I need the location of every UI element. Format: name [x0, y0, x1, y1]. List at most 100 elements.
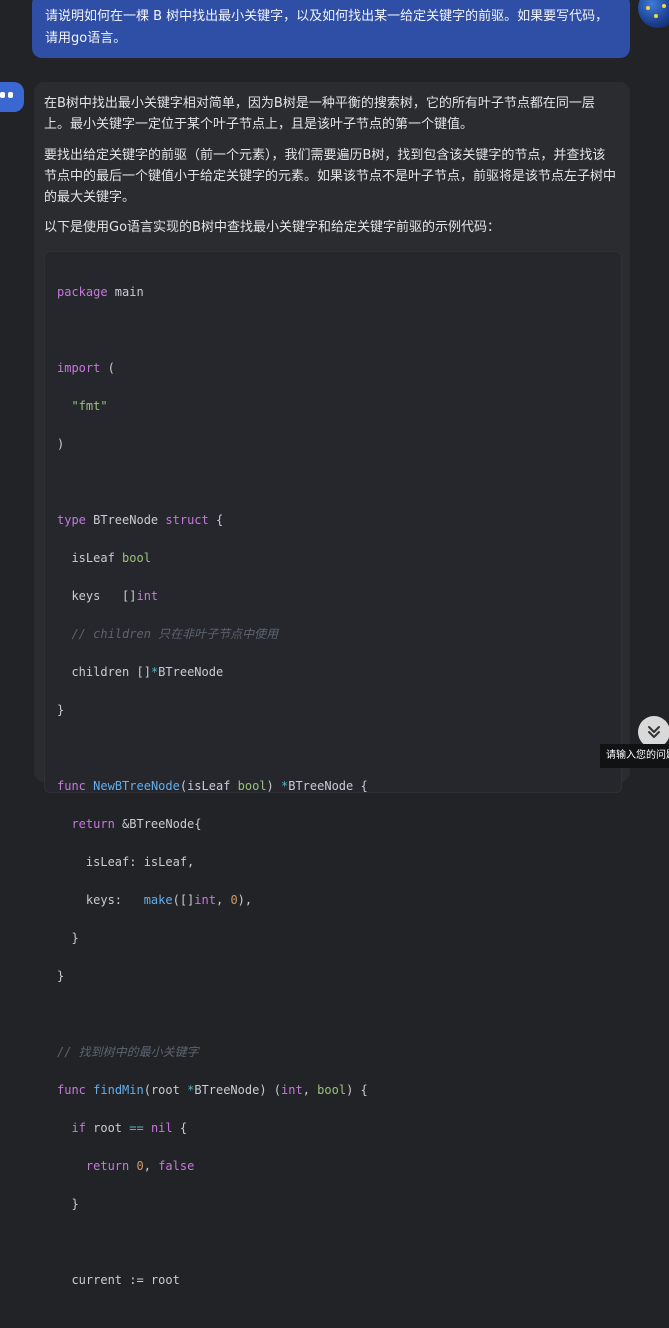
code-token: ,	[143, 1159, 159, 1173]
code-line: "fmt"	[57, 397, 368, 416]
code-token: int	[194, 893, 216, 907]
code-token: ,	[215, 893, 231, 907]
input-placeholder-tooltip: 请输入您的问题	[600, 744, 669, 768]
code-token: {	[208, 513, 224, 527]
avatar-eye-icon	[0, 92, 5, 98]
assistant-message-card: 在B树中找出最小关键字相对简单，因为B树是一种平衡的搜索树，它的所有叶子节点都在…	[34, 82, 630, 1287]
answer-paragraph-3: 以下是使用Go语言实现的B树中查找最小关键字和给定关键字前驱的示例代码：	[44, 220, 500, 235]
text-line: 的最大关键字。	[44, 190, 136, 205]
code-token: BTreeNode) (	[194, 1083, 282, 1097]
code-token: import	[57, 361, 101, 375]
code-token: func	[57, 1083, 86, 1097]
code-line: keys []int	[57, 587, 368, 606]
user-message-bubble: 请说明如何在一棵 B 树中找出最小关键字，以及如何找出某一给定关键字的前驱。如果…	[32, 0, 630, 58]
text-line: 在B树中找出最小关键字相对简单，因为B树是一种平衡的搜索树，它的所有叶子节点都在…	[44, 96, 595, 111]
code-token: *	[187, 1083, 195, 1097]
code-line: current := root	[57, 1271, 368, 1290]
code-token: return	[85, 1159, 130, 1173]
code-token: )	[57, 437, 65, 451]
code-line: if root == nil {	[57, 1119, 368, 1138]
code-token: current := root	[71, 1273, 180, 1287]
code-token: }	[57, 969, 65, 983]
code-token: bool	[122, 551, 151, 565]
code-token: findMin	[93, 1083, 144, 1097]
code-line: return 0, false	[57, 1157, 368, 1176]
assistant-avatar	[0, 82, 24, 112]
code-token: ) {	[346, 1083, 368, 1097]
code-line: return &BTreeNode{	[57, 815, 368, 834]
code-line: children []*BTreeNode	[57, 663, 368, 682]
code-token: }	[71, 1197, 79, 1211]
code-line: import (	[57, 359, 368, 378]
double-chevron-down-icon	[648, 726, 660, 738]
text-line: 上。最小关键字一定位于某个叶子节点上，且是该叶子节点的第一个键值。	[44, 117, 474, 132]
code-token: (root	[143, 1083, 188, 1097]
code-token: make	[143, 893, 173, 907]
code-token: if	[71, 1121, 86, 1135]
code-token: children []	[71, 665, 151, 679]
code-token: NewBTreeNode	[93, 779, 180, 793]
star-icon	[654, 14, 658, 18]
code-token: ([]	[172, 893, 195, 907]
code-content: package main import ( "fmt" ) type BTree…	[57, 264, 368, 1328]
code-token: ,	[302, 1083, 318, 1097]
code-token: BTreeNode {	[288, 779, 368, 793]
code-token: }	[57, 703, 65, 717]
code-line: type BTreeNode struct {	[57, 511, 368, 530]
code-token: int	[281, 1083, 303, 1097]
text-line: 要找出给定关键字的前驱（前一个元素），我们需要遍历B树，找到包含该关键字的节点，…	[44, 148, 606, 163]
user-message-line: 请用go语言。	[45, 31, 127, 46]
code-token: ==	[129, 1121, 144, 1135]
code-token: int	[136, 589, 159, 603]
code-token: }	[71, 931, 79, 945]
code-token: (isLeaf	[179, 779, 238, 793]
code-comment: // children 只在非叶子节点中使用	[71, 627, 279, 641]
code-token: keys []	[71, 589, 137, 603]
code-token: return	[71, 817, 115, 831]
code-comment: // 找到树中的最小关键字	[57, 1045, 199, 1059]
code-token: struct	[165, 513, 209, 527]
code-token: isLeaf	[71, 551, 123, 565]
code-token: 0	[136, 1159, 144, 1173]
code-token: 0	[230, 893, 238, 907]
code-token: func	[57, 779, 86, 793]
code-token: *	[281, 779, 289, 793]
user-avatar[interactable]	[638, 0, 669, 28]
code-line: )	[57, 435, 368, 454]
code-line: // children 只在非叶子节点中使用	[57, 625, 368, 644]
code-line: }	[57, 929, 368, 948]
code-token: {	[172, 1121, 188, 1135]
code-token: (	[100, 361, 115, 375]
answer-paragraph-1: 在B树中找出最小关键字相对简单，因为B树是一种平衡的搜索树，它的所有叶子节点都在…	[44, 93, 622, 135]
code-token: isLeaf: isLeaf,	[85, 855, 195, 869]
code-token: root	[85, 1121, 130, 1135]
code-line: package main	[57, 283, 368, 302]
code-line: func findMin(root *BTreeNode) (int, bool…	[57, 1081, 368, 1100]
user-message-line: 请说明如何在一棵 B 树中找出最小关键字，以及如何找出某一给定关键字的前驱。如果…	[45, 9, 609, 24]
code-token: "fmt"	[71, 399, 108, 413]
code-token: main	[107, 285, 144, 299]
code-token: false	[158, 1159, 195, 1173]
code-token: nil	[150, 1121, 173, 1135]
code-token: bool	[237, 779, 267, 793]
code-line: }	[57, 1195, 368, 1214]
code-token: keys:	[85, 893, 144, 907]
code-line: keys: make([]int, 0),	[57, 891, 368, 910]
code-token: BTreeNode	[85, 513, 166, 527]
code-token: &BTreeNode{	[114, 817, 202, 831]
avatar-eye-icon	[8, 92, 13, 98]
text-line: 节点中的最后一个键值小于给定关键字的元素。如果该节点不是叶子节点，前驱将是该节点…	[44, 169, 617, 184]
code-line: isLeaf: isLeaf,	[57, 853, 368, 872]
code-token: package	[57, 285, 108, 299]
star-icon	[662, 4, 666, 8]
star-icon	[646, 6, 650, 10]
code-line: func NewBTreeNode(isLeaf bool) *BTreeNod…	[57, 777, 368, 796]
